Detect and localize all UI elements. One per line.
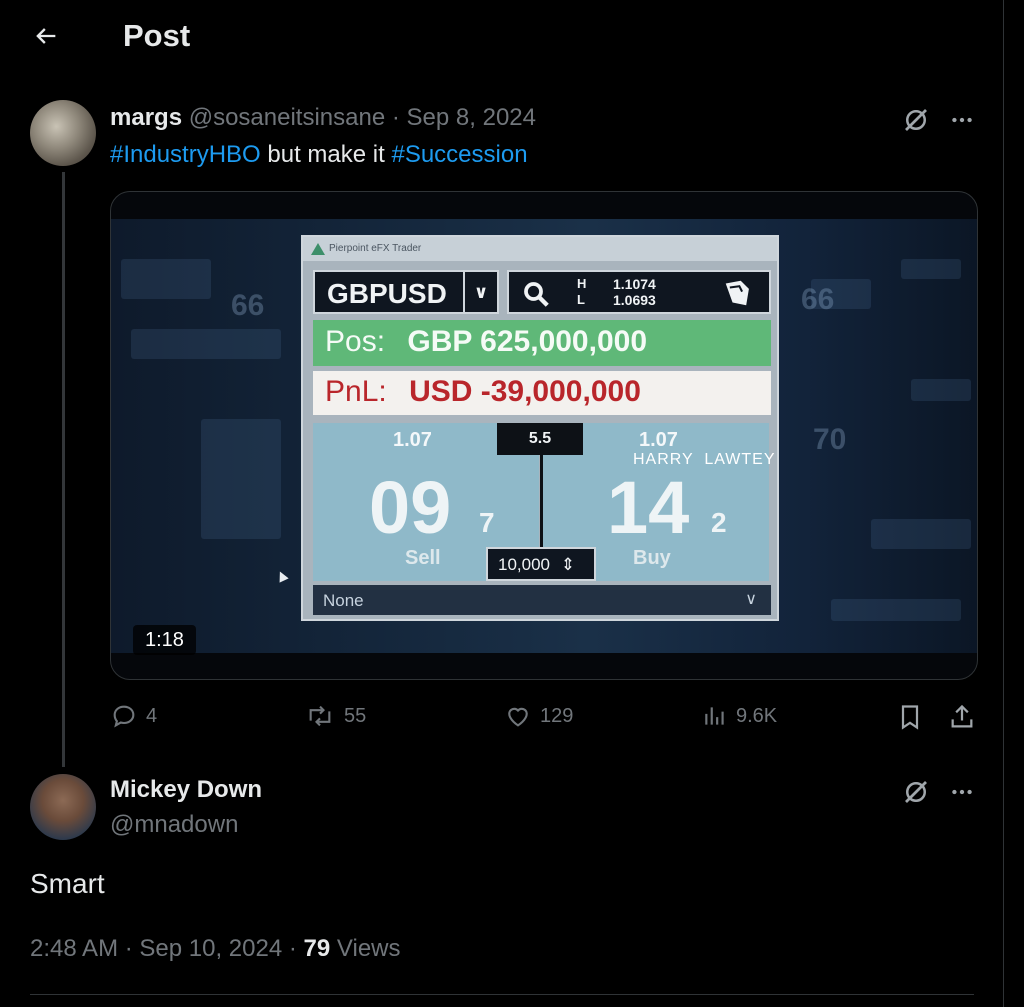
currency-pair-select: GBPUSD ∨ [313, 270, 499, 314]
reply-views-label: Views [336, 935, 401, 962]
buy-big-figure: 14 [607, 466, 690, 549]
trader-window: Pierpoint eFX Trader GBPUSD ∨ H L 1.1074… [301, 235, 779, 621]
reply-text: Smart [30, 868, 105, 899]
reply-count: 4 [146, 704, 158, 727]
post-date[interactable]: Sep 8, 2024 [407, 104, 536, 131]
high-low-box: H L 1.1074 1.0693 [507, 270, 771, 314]
author-handle[interactable]: @sosaneitsinsane [189, 104, 385, 131]
quantity-value: 10,000 [498, 555, 550, 574]
account-select: None ∨ [313, 585, 771, 615]
reply-time[interactable]: 2:48 AM [30, 935, 118, 962]
reply-views-count: 79 [303, 935, 331, 962]
separator: · [391, 104, 400, 131]
more-button[interactable] [942, 772, 982, 812]
background-screen [901, 259, 961, 279]
mouse-cursor-icon [275, 569, 289, 583]
chevron-down-icon: ∨ [745, 591, 757, 608]
share-button[interactable] [948, 702, 976, 732]
position-value: GBP 625,000,000 [407, 325, 648, 358]
background-number: 66 [801, 283, 835, 316]
views-count: 9.6K [736, 704, 778, 727]
reply-author-handle[interactable]: @mnadown [110, 811, 238, 839]
repost-count: 55 [344, 704, 367, 727]
stepper-icon: ⇕ [560, 555, 575, 574]
app-logo-icon [311, 243, 325, 255]
reply-button[interactable]: 4 [110, 702, 157, 730]
repost-button[interactable]: 55 [304, 702, 366, 730]
views-icon [705, 707, 724, 725]
sell-pip: 7 [479, 507, 495, 538]
low-label: L [577, 292, 585, 307]
background-screen [131, 329, 281, 359]
currency-pair: GBPUSD [327, 278, 447, 309]
quantity-stepper: 10,000 ⇕ [486, 547, 596, 581]
high-low-values: 1.1074 1.0693 [613, 276, 656, 308]
like-button[interactable]: 129 [504, 702, 573, 730]
pnl-label: PnL: [325, 375, 387, 408]
background-screen [911, 379, 971, 401]
pnl-bar: PnL: USD -39,000,000 [313, 371, 771, 415]
more-icon [952, 117, 972, 123]
page-title: Post [123, 18, 191, 53]
video-duration: 1:18 [133, 625, 196, 655]
reply-author-name[interactable]: Mickey Down [110, 776, 262, 804]
high-low-labels: H L [577, 276, 586, 308]
heart-icon [508, 707, 528, 727]
post-text-middle: but make it [260, 141, 392, 168]
post-author-line: margs @sosaneitsinsane · Sep 8, 2024 [110, 104, 536, 132]
hashtag-industryhbo[interactable]: #IndustryHBO [110, 141, 261, 168]
author-avatar[interactable] [30, 100, 96, 166]
repost-icon [309, 705, 331, 727]
high-label: H [577, 276, 587, 291]
background-number: 66 [231, 289, 265, 322]
bookmark-icon [901, 705, 919, 730]
share-icon [951, 704, 973, 728]
background-number: 70 [813, 423, 847, 456]
column-border [1003, 0, 1004, 1007]
back-button[interactable] [22, 16, 70, 56]
reply-meta: 2:48 AM · Sep 10, 2024 · 79 Views [30, 935, 401, 963]
position-label: Pos: [325, 325, 386, 358]
spread-value: 5.5 [497, 423, 583, 455]
divider [30, 994, 974, 995]
reply-icon [113, 705, 135, 728]
position-bar: Pos: GBP 625,000,000 [313, 320, 771, 366]
reply-date[interactable]: Sep 10, 2024 [139, 935, 282, 962]
grok-icon [905, 781, 927, 803]
high-value: 1.1074 [613, 276, 656, 292]
thread-line [62, 172, 65, 767]
arrow-left-icon [36, 28, 56, 44]
chevron-down-icon: ∨ [463, 272, 497, 312]
bookmark-button[interactable] [896, 702, 924, 732]
background-screen [871, 519, 971, 549]
pnl-value: USD -39,000,000 [409, 375, 641, 408]
video-player[interactable]: 66 66 70 Pierpoint eFX Trader GBPUSD ∨ H… [110, 191, 978, 680]
hashtag-succession[interactable]: #Succession [391, 141, 527, 168]
grok-button[interactable] [896, 100, 936, 140]
post-text: #IndustryHBO but make it #Succession [110, 141, 528, 169]
grok-button[interactable] [896, 772, 936, 812]
sell-big-figure: 09 [369, 466, 452, 549]
account-value: None [323, 591, 364, 610]
low-value: 1.0693 [613, 292, 656, 308]
grok-icon [905, 109, 927, 131]
like-count: 129 [540, 704, 574, 727]
video-caption: HARRY LAWTEY [633, 451, 776, 468]
reply-author-avatar[interactable] [30, 774, 96, 840]
separator: · [124, 935, 133, 962]
separator: · [288, 935, 297, 962]
more-icon [952, 789, 972, 795]
views-button[interactable]: 9.6K [702, 702, 777, 730]
background-screen [121, 259, 211, 299]
video-frame[interactable]: 66 66 70 Pierpoint eFX Trader GBPUSD ∨ H… [111, 219, 977, 653]
background-screen [201, 419, 281, 539]
background-screen [831, 599, 961, 621]
hand-icon [725, 280, 749, 306]
author-name[interactable]: margs [110, 104, 182, 131]
trader-title-bar: Pierpoint eFX Trader [303, 237, 777, 261]
trader-title: Pierpoint eFX Trader [329, 243, 422, 254]
buy-pip: 2 [711, 507, 727, 538]
search-icon [524, 282, 549, 307]
more-button[interactable] [942, 100, 982, 140]
